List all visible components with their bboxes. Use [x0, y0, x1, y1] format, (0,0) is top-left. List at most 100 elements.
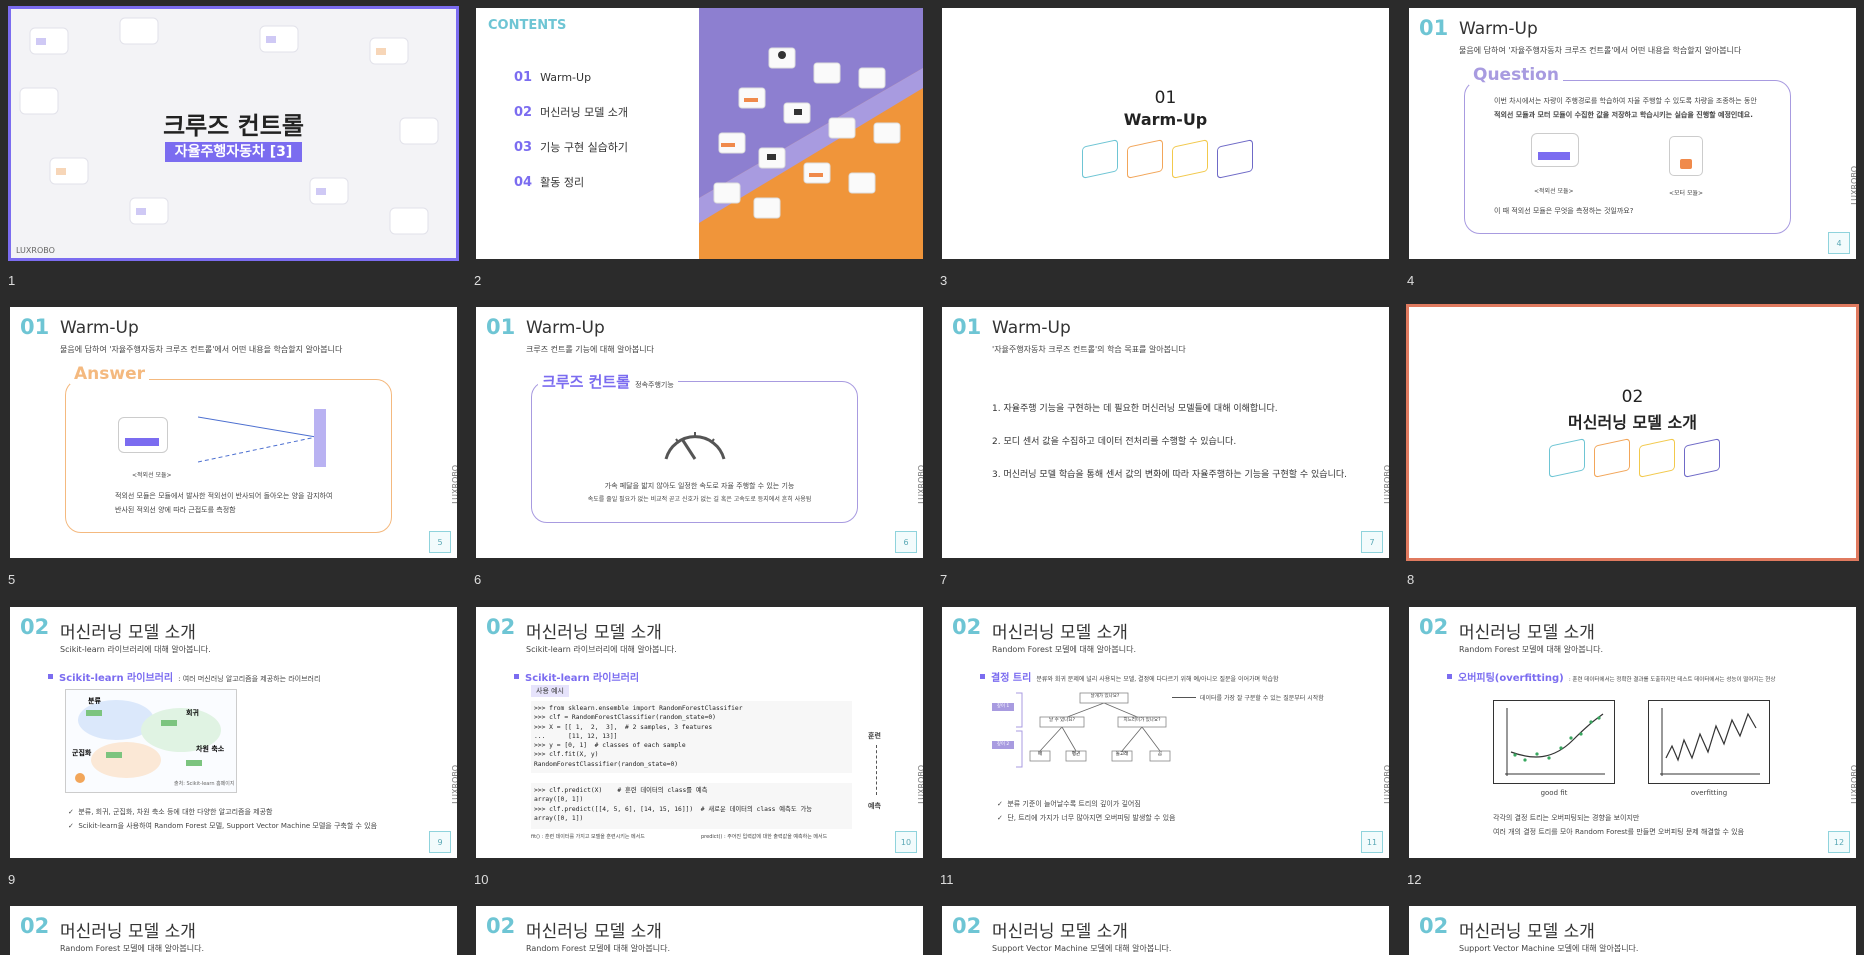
plot-caption: overfitting [1690, 789, 1728, 797]
section-number: 02 [952, 615, 982, 639]
slide-thumbnail-3[interactable]: 01 Warm-Up [942, 8, 1389, 259]
tree-leaf: 매 [1037, 752, 1043, 757]
slide-number: 9 [8, 872, 16, 887]
arrow-note: 데이터를 가장 잘 구분할 수 있는 질문부터 시작함 [1200, 695, 1324, 702]
question-prompt: 이 때 적외선 모듈은 무엇을 측정하는 것일까요? [1494, 207, 1634, 215]
slide-thumbnail-10[interactable]: 02 머신러닝 모델 소개 Scikit-learn 라이브러리에 대해 알아봅… [476, 607, 923, 858]
slide-title: 머신러닝 모델 소개 [60, 922, 196, 942]
body-text-1: 각각의 결정 트리는 오버피팅되는 경향을 보이지만 [1493, 814, 1640, 822]
slide-thumbnail-8[interactable]: 02 머신러닝 모델 소개 [1406, 304, 1859, 561]
module-cubes [1082, 139, 1253, 179]
section-number: 02 [1419, 615, 1449, 639]
tree-node: 지느러미가 있나요? [1123, 718, 1161, 723]
section-number: 01 [486, 315, 516, 339]
slide-thumbnail-16[interactable]: 02 머신러닝 모델 소개 Support Vector Machine 모델에… [1409, 906, 1856, 955]
page-badge: 6 [895, 531, 917, 553]
slide-thumbnail-15[interactable]: 02 머신러닝 모델 소개 Support Vector Machine 모델에… [942, 906, 1389, 955]
section-title: Warm-Up [1123, 110, 1208, 129]
luxrobo-logo: LUXROBO [1850, 765, 1856, 804]
image-caption: <적외선 모듈> [132, 472, 172, 479]
contents-item: 03 기능 구현 실습하기 [514, 140, 629, 155]
contents-list: 01 Warm-Up 02 머신러닝 모델 소개 03 기능 구현 실습하기 04 활동… [514, 66, 628, 190]
slide-number: 12 [1407, 872, 1422, 887]
goal-item: 1. 자율주행 기능을 구현하는 데 필요한 머신러닝 모델들에 대해 이해합니… [992, 404, 1278, 414]
slide-thumbnail-13[interactable]: 02 머신러닝 모델 소개 Random Forest 모델에 대해 알아봅니다… [10, 906, 457, 955]
slide-thumbnail-14[interactable]: 02 머신러닝 모델 소개 Random Forest 모델에 대해 알아봅니다… [476, 906, 923, 955]
slide-thumbnail-7[interactable]: 01 Warm-Up '자율주행자동차 크루즈 컨트롤'의 학습 목표를 알아봅… [942, 307, 1389, 558]
luxrobo-logo: LUXROBO [1383, 465, 1389, 504]
arrow-line [876, 745, 877, 795]
image-caption: <모터 모듈> [1669, 190, 1704, 197]
reflection-diagram [198, 409, 326, 467]
good-fit-plot [1493, 700, 1615, 784]
cube-icon [1684, 438, 1720, 478]
slide-title: Warm-Up [526, 318, 605, 338]
slide-number: 5 [8, 572, 16, 587]
slide-number: 7 [940, 572, 948, 587]
code-block-predict: >>> clf.predict(X) # 훈련 데이터의 class를 예측 ar… [531, 783, 852, 829]
slide-subtitle: Support Vector Machine 모델에 대해 알아봅니다. [992, 944, 1172, 953]
luxrobo-logo: LUXROBO [917, 465, 923, 504]
section-number: 02 [1419, 914, 1449, 938]
slide-subtitle: Random Forest 모델에 대해 알아봅니다. [60, 944, 204, 953]
check-item: ✓ 분류 기준이 늘어날수록 트리의 깊이가 깊어짐 [997, 800, 1141, 808]
section-number: 02 [486, 914, 516, 938]
slide-number: 2 [474, 273, 482, 288]
sklearn-map-image: 분류 회귀 군집화 차원 축소 출처: Scikit-learn 홈페이지 [65, 689, 237, 793]
cube-icon [1217, 139, 1253, 179]
goal-item: 2. 모디 센서 값을 수집하고 데이터 전처리를 수행할 수 있습니다. [992, 437, 1237, 447]
slide-thumbnail-9[interactable]: 02 머신러닝 모델 소개 Scikit-learn 라이브러리에 대해 알아봅… [10, 607, 457, 858]
slide1-subtitle: 자율주행자동차 [3] [164, 142, 303, 162]
luxrobo-logo: LUXROBO [16, 246, 55, 255]
section-number: 01 [1419, 16, 1449, 40]
cube-icon [1549, 438, 1585, 478]
slide-number: 11 [940, 872, 954, 887]
body-text-2: 여러 개의 결정 트리를 모아 Random Forest를 만들면 오버피팅 … [1493, 828, 1745, 836]
section-number: 01 [1154, 88, 1177, 108]
slide-subtitle: '자율주행자동차 크루즈 컨트롤'의 학습 목표를 알아봅니다 [992, 345, 1186, 354]
bullet-line: Scikit-learn 라이브러리 : 여러 머신러닝 알고리즘을 제공하는 … [48, 666, 320, 685]
cube-icon [1639, 438, 1675, 478]
slide-title: 머신러닝 모델 소개 [1459, 922, 1595, 942]
overfitting-plot [1648, 700, 1770, 784]
bullet-line: Scikit-learn 라이브러리 [514, 666, 639, 685]
slide-thumbnail-11[interactable]: 02 머신러닝 모델 소개 Random Forest 모델에 대해 알아봅니다… [942, 607, 1389, 858]
section-number: 01 [952, 315, 982, 339]
usage-tag: 사용 예시 [531, 685, 569, 697]
tree-node: 날개가 있나요? [1090, 694, 1120, 699]
page-badge: 7 [1361, 531, 1383, 553]
image-caption: <적외선 모듈> [1534, 188, 1574, 195]
tree-node: 날 수 있나요? [1049, 718, 1075, 723]
slide-thumbnail-12[interactable]: 02 머신러닝 모델 소개 Random Forest 모델에 대해 알아봅니다… [1409, 607, 1856, 858]
section-number: 02 [1621, 387, 1644, 407]
luxrobo-logo: LUXROBO [451, 465, 457, 504]
slide-subtitle: Random Forest 모델에 대해 알아봅니다. [1459, 645, 1603, 654]
code-block-train: >>> from sklearn.ensemble import RandomF… [531, 701, 852, 773]
slide-subtitle: Random Forest 모델에 대해 알아봅니다. [992, 645, 1136, 654]
feature-text-2: 속도를 줄일 필요가 없는 비교적 곧고 신호가 없는 길 혹은 고속도로 등지… [587, 496, 812, 503]
slide1-title: 크루즈 컨트롤 [163, 112, 304, 140]
page-badge: 10 [895, 831, 917, 853]
arrow-right-icon [1172, 697, 1196, 698]
feature-box-header: 크루즈 컨트롤 정속주행기능 [538, 371, 678, 392]
label-predict: 예측 [868, 802, 881, 810]
slide-thumbnail-2[interactable]: CONTENTS 01 Warm-Up 02 머신러닝 모델 소개 03 기능 구현 … [476, 8, 923, 259]
answer-box-title: Answer [70, 364, 149, 384]
section-title: 머신러닝 모델 소개 [1568, 413, 1697, 432]
cube-icon [1172, 139, 1208, 179]
luxrobo-logo: LUXROBO [1850, 166, 1856, 205]
label-train: 훈련 [868, 732, 881, 740]
question-text-2: 적외선 모듈과 모터 모듈이 수집한 값을 저장하고 학습시키는 실습을 진행할… [1494, 111, 1753, 119]
section-number: 01 [20, 315, 50, 339]
feature-text-1: 가속 페달을 밟지 않아도 일정한 속도로 자율 주행할 수 있는 기능 [604, 482, 795, 490]
slide-subtitle: Scikit-learn 라이브러리에 대해 알아봅니다. [526, 645, 677, 654]
slide-thumbnail-1[interactable]: 크루즈 컨트롤 자율주행자동차 [3] LUXROBO [8, 6, 459, 261]
infrared-module-image [1531, 133, 1579, 167]
slide-thumbnail-5[interactable]: 01 Warm-Up 물음에 답하여 '자율주행자동차 크루즈 컨트롤'에서 어… [10, 307, 457, 558]
bullet-line: 오버피팅(overfitting) : 훈련 데이터에서는 정확한 결과를 도출… [1447, 666, 1775, 685]
slide-thumbnail-6[interactable]: 01 Warm-Up 크루즈 컨트롤 기능에 대해 알아봅니다 크루즈 컨트롤 … [476, 307, 923, 558]
slide-thumbnail-4[interactable]: 01 Warm-Up 물음에 답하여 '자율주행자동차 크루즈 컨트롤'에서 어… [1409, 8, 1856, 259]
contents-item: 02 머신러닝 모델 소개 [514, 105, 629, 120]
slide-number: 8 [1407, 572, 1415, 587]
answer-text-1: 적외선 모듈은 모듈에서 발사한 적외선이 반사되어 돌아오는 양을 감지하여 [115, 492, 333, 500]
